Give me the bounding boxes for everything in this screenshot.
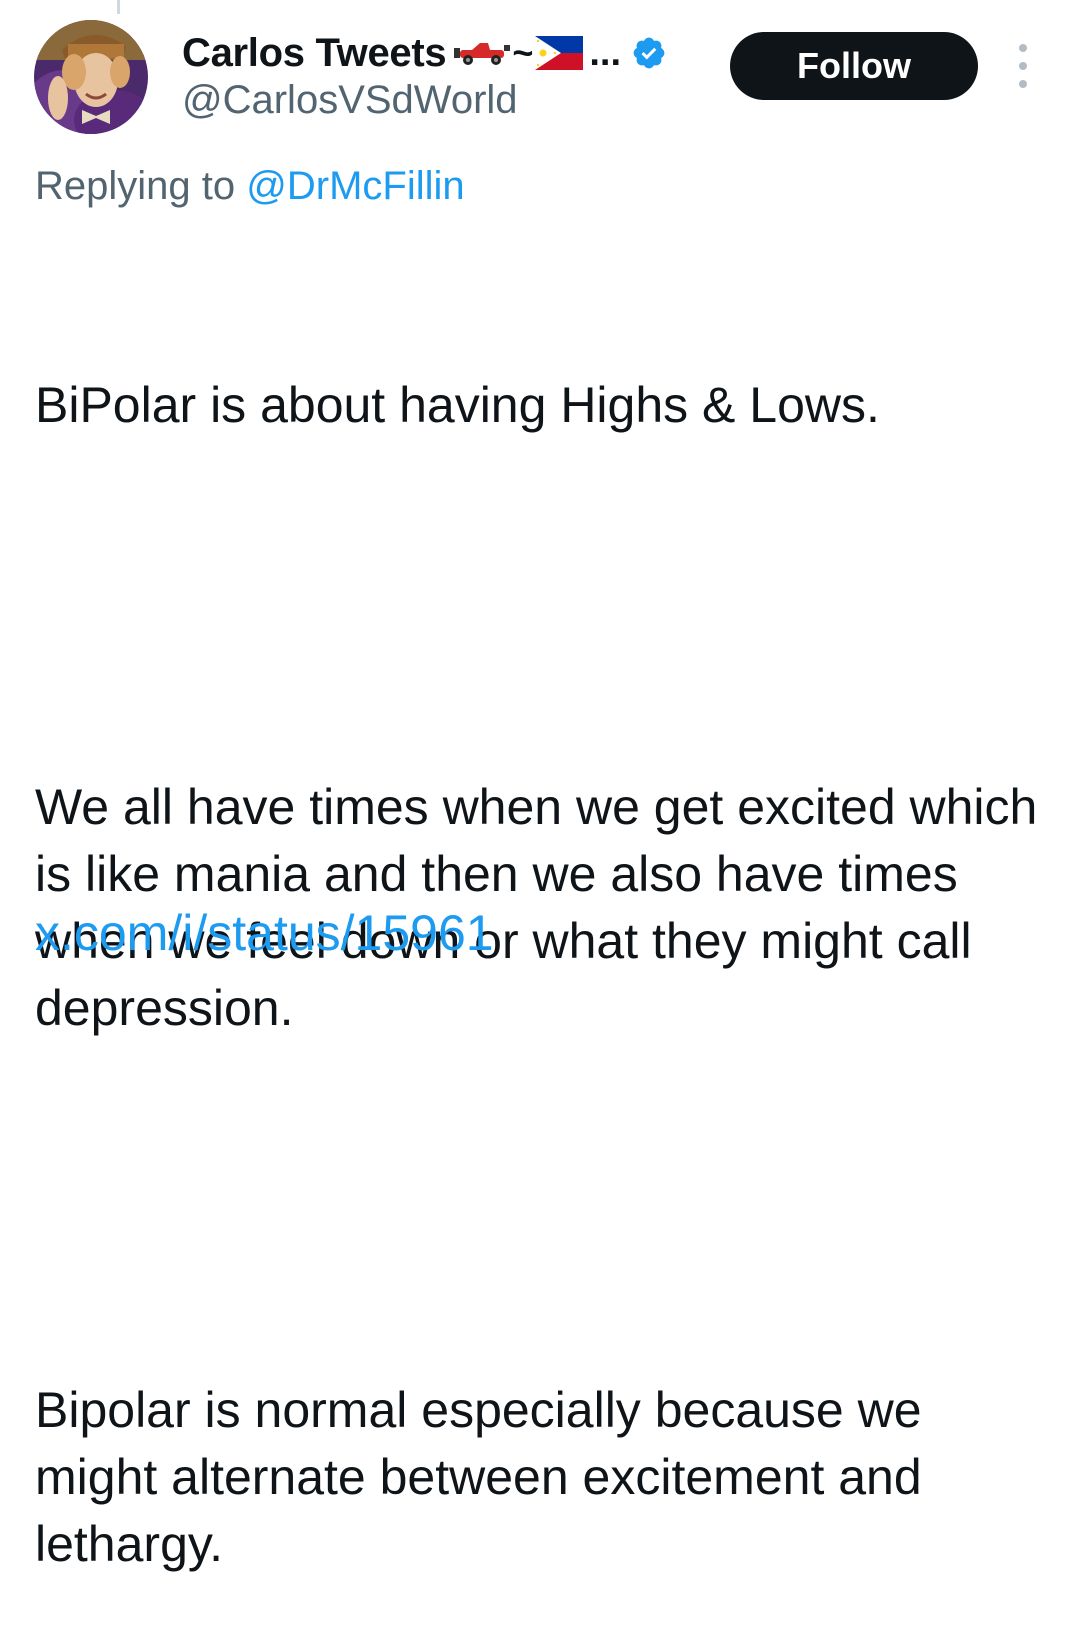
author-name-row[interactable]: Carlos Tweets ~ ... [182,28,667,78]
name-emoji-group: ~ ... [454,32,621,75]
more-dot [1019,62,1027,70]
author-display-name[interactable]: Carlos Tweets [182,31,447,76]
tweet-paragraph-3: Bipolar is normal especially because we … [35,1382,936,1572]
more-options-icon[interactable] [1008,44,1038,88]
thread-connector-line [117,0,120,14]
replying-to-line: Replying to @DrMcFillin [35,164,465,209]
name-separator: ~ [512,32,534,73]
philippines-flag-emoji-icon [535,36,584,70]
replying-prefix: Replying to [35,164,236,208]
tweet-paragraph-1: BiPolar is about having Highs & Lows. [35,377,880,433]
tweet-link[interactable]: x.com/i/status/15961 [35,904,494,962]
more-dot [1019,80,1027,88]
avatar-image [34,20,148,134]
author-handle[interactable]: @CarlosVSdWorld [182,78,518,123]
follow-button[interactable]: Follow [730,32,978,100]
more-dot [1019,44,1027,52]
replying-to-mention[interactable]: @DrMcFillin [246,164,464,208]
verified-badge-icon [633,37,665,69]
avatar[interactable] [34,20,148,134]
race-car-emoji-icon [454,43,511,65]
name-ellipsis: ... [589,31,622,74]
